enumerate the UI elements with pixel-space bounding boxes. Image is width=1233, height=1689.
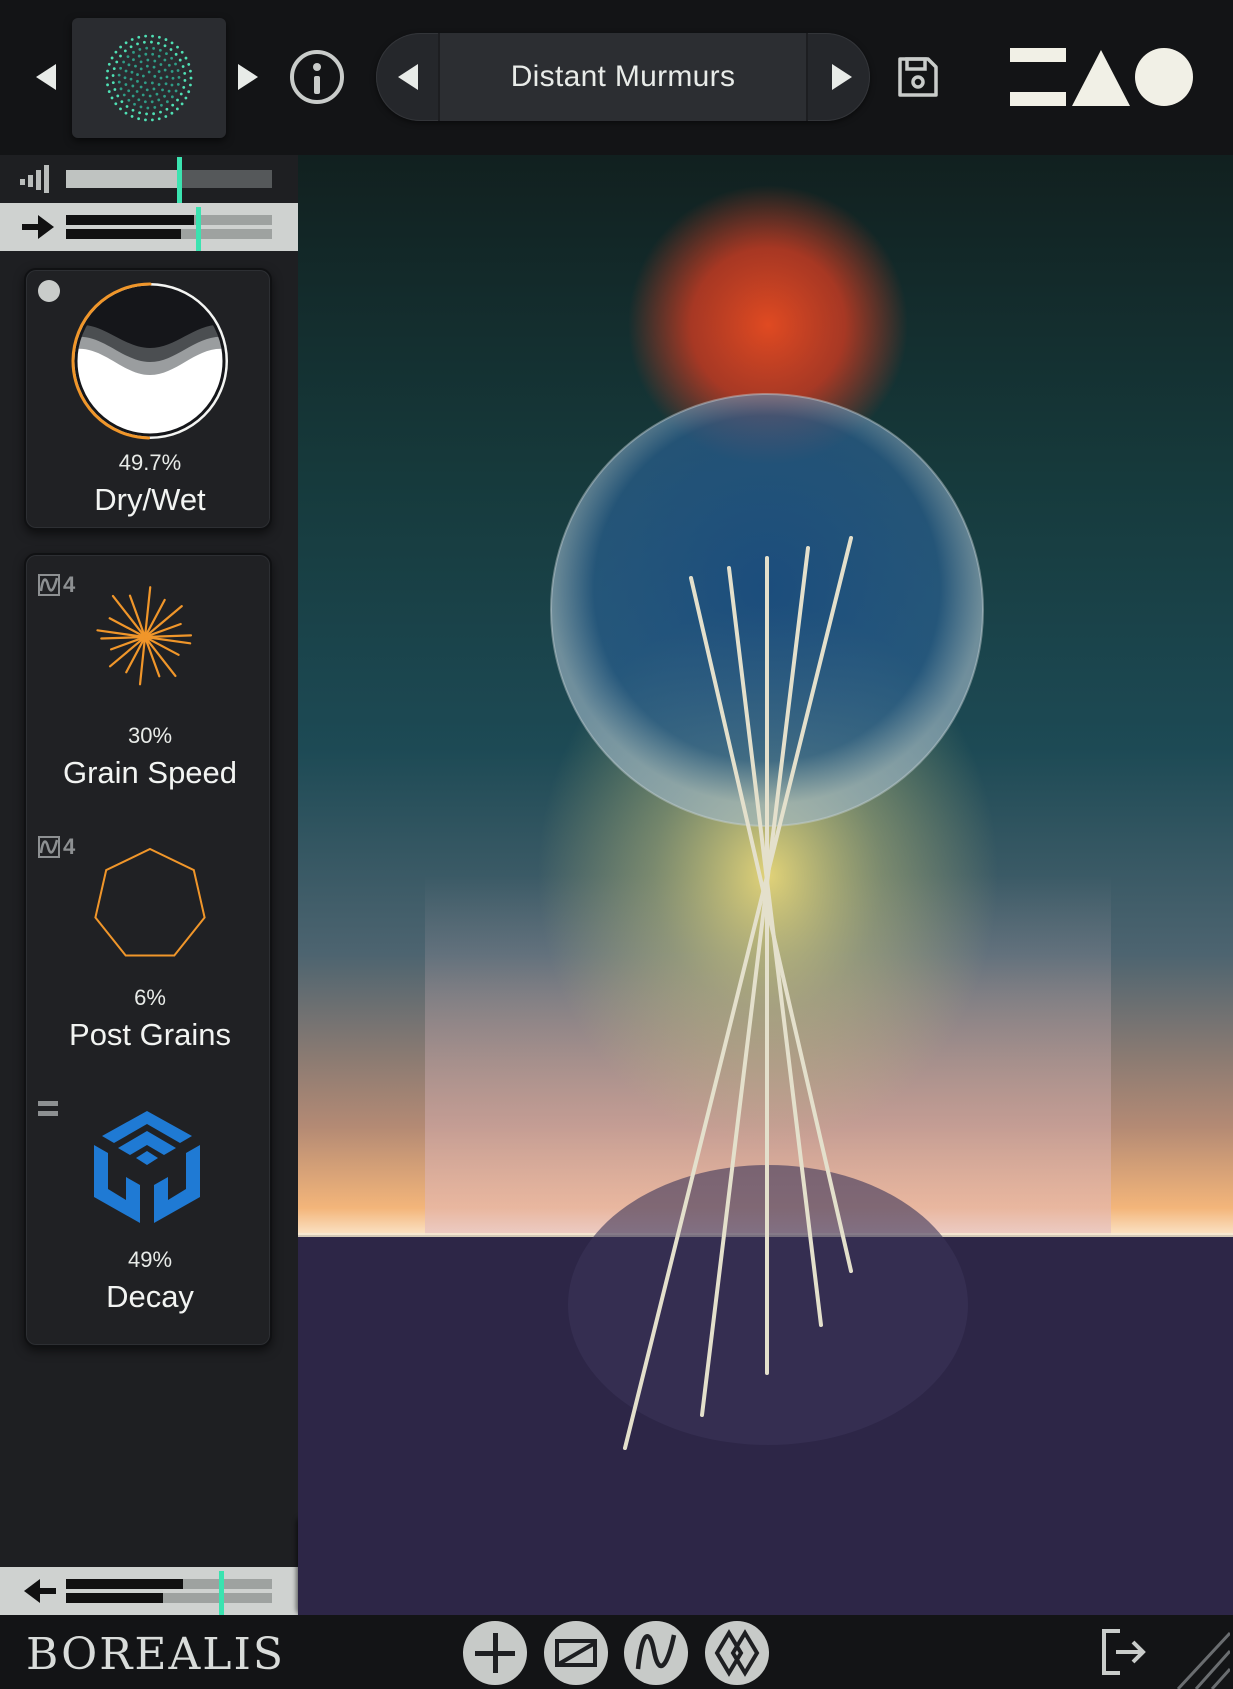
arrow-left-icon [24, 1579, 56, 1603]
product-wordmark: BOREALIS [26, 1629, 285, 1680]
random-button[interactable] [705, 1621, 769, 1685]
save-button[interactable] [896, 55, 940, 99]
grain-speed-control[interactable] [90, 585, 200, 695]
prev-preset-button[interactable] [398, 64, 418, 90]
bottom-bar: BOREALIS [0, 1615, 1233, 1689]
status-dot-icon [38, 280, 60, 302]
info-button[interactable] [290, 50, 344, 104]
dry-wet-label: Dry/Wet [26, 482, 274, 518]
add-modulator-button[interactable] [463, 1621, 527, 1685]
decay-value: 49% [26, 1247, 274, 1273]
equals-icon [38, 1098, 60, 1120]
lfo-wave-icon [38, 574, 60, 596]
resize-grip-icon[interactable] [1170, 1623, 1230, 1689]
grain-speed-mod-badge[interactable]: 4 [38, 573, 75, 597]
post-grains-label: Post Grains [26, 1017, 274, 1053]
diamond-chain-icon [705, 1621, 769, 1685]
next-plugin-button[interactable] [238, 64, 258, 90]
wave-icon [624, 1621, 688, 1685]
decay-label: Decay [26, 1279, 274, 1315]
preset-artwork [298, 155, 1233, 1615]
dry-wet-panel: 49.7% Dry/Wet [24, 268, 272, 530]
output-meter[interactable] [0, 1567, 298, 1615]
grain-speed-value: 30% [26, 723, 274, 749]
post-grains-value: 6% [26, 985, 274, 1011]
decay-mod-badge[interactable] [38, 1097, 60, 1121]
lfo-button[interactable] [624, 1621, 688, 1685]
sidebar: 49.7% Dry/Wet 4 30% Grain Speed 4 [0, 155, 298, 1615]
info-icon [313, 63, 321, 71]
next-preset-button[interactable] [832, 64, 852, 90]
post-grains-control[interactable] [90, 845, 210, 965]
top-bar: Distant Murmurs [0, 0, 1233, 155]
preset-selector: Distant Murmurs [376, 33, 870, 121]
volume-bars-icon [20, 165, 52, 193]
post-grains-mod-badge[interactable]: 4 [38, 835, 75, 859]
prev-plugin-button[interactable] [36, 64, 56, 90]
plus-icon [463, 1621, 527, 1685]
dot-sphere-icon [72, 18, 226, 138]
volume-meter[interactable] [0, 155, 298, 203]
lfo-wave-icon [38, 836, 60, 858]
parameters-panel: 4 30% Grain Speed 4 6% Post Grains [24, 553, 272, 1347]
dry-wet-knob[interactable] [69, 280, 231, 442]
brand-logo [1008, 46, 1194, 108]
plugin-thumbnail[interactable] [72, 18, 226, 138]
decay-control[interactable] [92, 1111, 202, 1223]
preset-browser-button[interactable]: Distant Murmurs [438, 33, 808, 121]
grain-speed-label: Grain Speed [26, 755, 274, 791]
rect-slash-icon [544, 1621, 608, 1685]
envelope-button[interactable] [544, 1621, 608, 1685]
arrow-right-icon [22, 215, 54, 239]
exit-button[interactable] [1098, 1627, 1148, 1677]
dry-wet-value: 49.7% [26, 450, 274, 476]
preset-name: Distant Murmurs [511, 60, 736, 94]
input-meter[interactable] [0, 203, 298, 251]
